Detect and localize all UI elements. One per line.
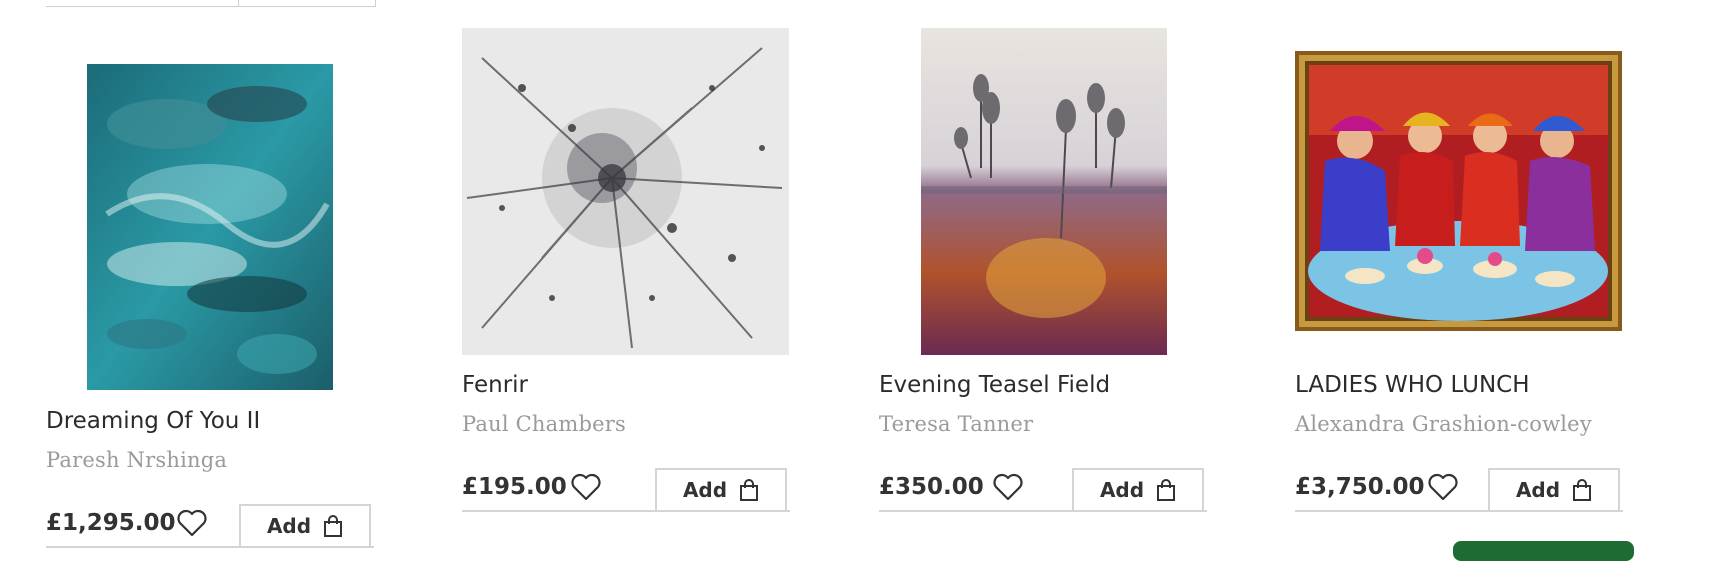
shopping-bag-icon <box>1572 479 1592 501</box>
product-artist[interactable]: Paresh Nrshinga <box>46 448 227 472</box>
add-button-label: Add <box>682 478 728 502</box>
product-price: £195.00 <box>462 474 567 500</box>
green-action-button[interactable] <box>1453 541 1634 561</box>
product-title[interactable]: Dreaming Of You II <box>46 408 260 434</box>
product-image[interactable] <box>1295 51 1622 331</box>
product-image[interactable] <box>462 28 789 355</box>
previous-row-fragment <box>46 0 376 7</box>
product-price: £3,750.00 <box>1295 474 1425 500</box>
heart-icon[interactable] <box>176 508 208 538</box>
product-artist[interactable]: Paul Chambers <box>462 412 626 436</box>
product-title[interactable]: Fenrir <box>462 372 528 398</box>
add-button-label: Add <box>1515 478 1561 502</box>
product-artist[interactable]: Alexandra Grashion-cowley <box>1295 412 1592 436</box>
product-image[interactable] <box>921 28 1167 355</box>
product-artist[interactable]: Teresa Tanner <box>879 412 1033 436</box>
shopping-bag-icon <box>323 515 343 537</box>
product-image[interactable] <box>87 64 333 390</box>
add-to-cart-button[interactable]: Add <box>1488 468 1620 510</box>
price-row: £3,750.00 Add <box>1295 468 1623 512</box>
add-button-label: Add <box>1099 478 1145 502</box>
heart-icon[interactable] <box>992 472 1024 502</box>
heart-icon[interactable] <box>1427 472 1459 502</box>
heart-icon[interactable] <box>570 472 602 502</box>
add-button-label: Add <box>266 514 312 538</box>
price-row: £350.00 Add <box>879 468 1207 512</box>
product-price: £350.00 <box>879 474 984 500</box>
product-title[interactable]: LADIES WHO LUNCH <box>1295 372 1530 398</box>
product-title[interactable]: Evening Teasel Field <box>879 372 1110 398</box>
previous-add-button-edge <box>238 0 376 7</box>
price-row: £195.00 Add <box>462 468 790 512</box>
add-to-cart-button[interactable]: Add <box>655 468 787 510</box>
shopping-bag-icon <box>739 479 759 501</box>
add-to-cart-button[interactable]: Add <box>239 504 371 546</box>
product-price: £1,295.00 <box>46 510 176 536</box>
add-to-cart-button[interactable]: Add <box>1072 468 1204 510</box>
shopping-bag-icon <box>1156 479 1176 501</box>
price-row: £1,295.00 Add <box>46 504 374 548</box>
